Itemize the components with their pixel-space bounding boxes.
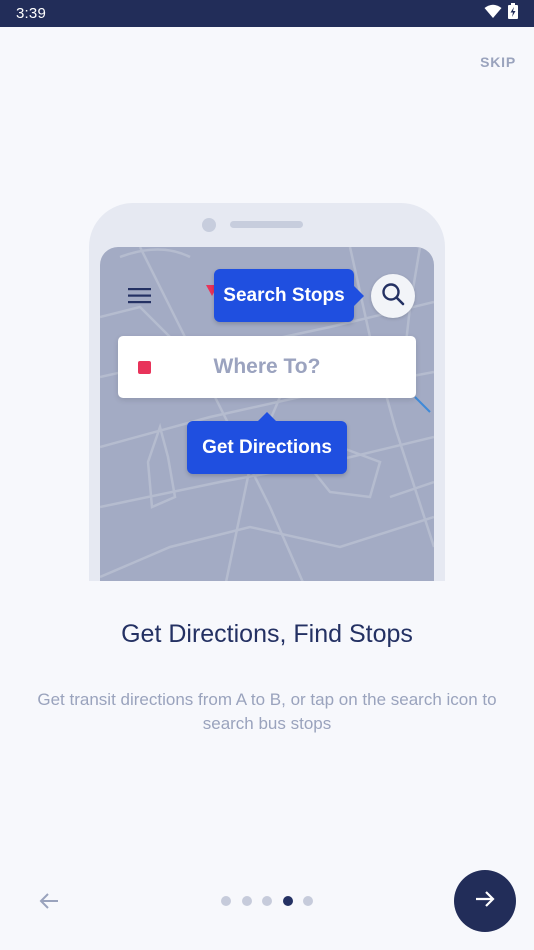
page-dot: [221, 895, 231, 906]
where-to-label: Where To?: [213, 355, 321, 378]
arrow-left-icon[interactable]: [36, 888, 62, 919]
get-directions-tooltip: Get Directions: [187, 412, 347, 474]
search-icon: [381, 282, 405, 311]
phone-speaker: [230, 221, 303, 228]
page-description: Get transit directions from A to B, or t…: [37, 690, 497, 733]
page-dot: [241, 895, 252, 906]
phone-camera: [202, 218, 216, 232]
phone-illustration: Search Stops Where To? Get Directions: [89, 203, 445, 581]
search-stops-tooltip: Search Stops: [214, 269, 364, 322]
status-time: 3:39: [16, 5, 46, 22]
battery-icon: [508, 3, 518, 24]
page-title: Get Directions, Find Stops: [121, 620, 413, 648]
skip-button[interactable]: SKIP: [480, 54, 516, 70]
page-dot: [262, 895, 272, 906]
where-to-box: Where To?: [118, 336, 416, 398]
page-dot-active: [282, 895, 293, 906]
arrow-right-icon: [473, 887, 497, 916]
page-dot: [303, 895, 313, 906]
phone-screen: Search Stops Where To? Get Directions: [100, 247, 434, 581]
menu-icon: [128, 287, 151, 309]
page-indicator: [221, 895, 313, 906]
status-bar: 3:39: [0, 0, 534, 27]
wifi-icon: [484, 4, 502, 24]
search-icon-button: [371, 274, 415, 318]
next-button[interactable]: [454, 870, 516, 932]
status-icons: [484, 3, 518, 24]
